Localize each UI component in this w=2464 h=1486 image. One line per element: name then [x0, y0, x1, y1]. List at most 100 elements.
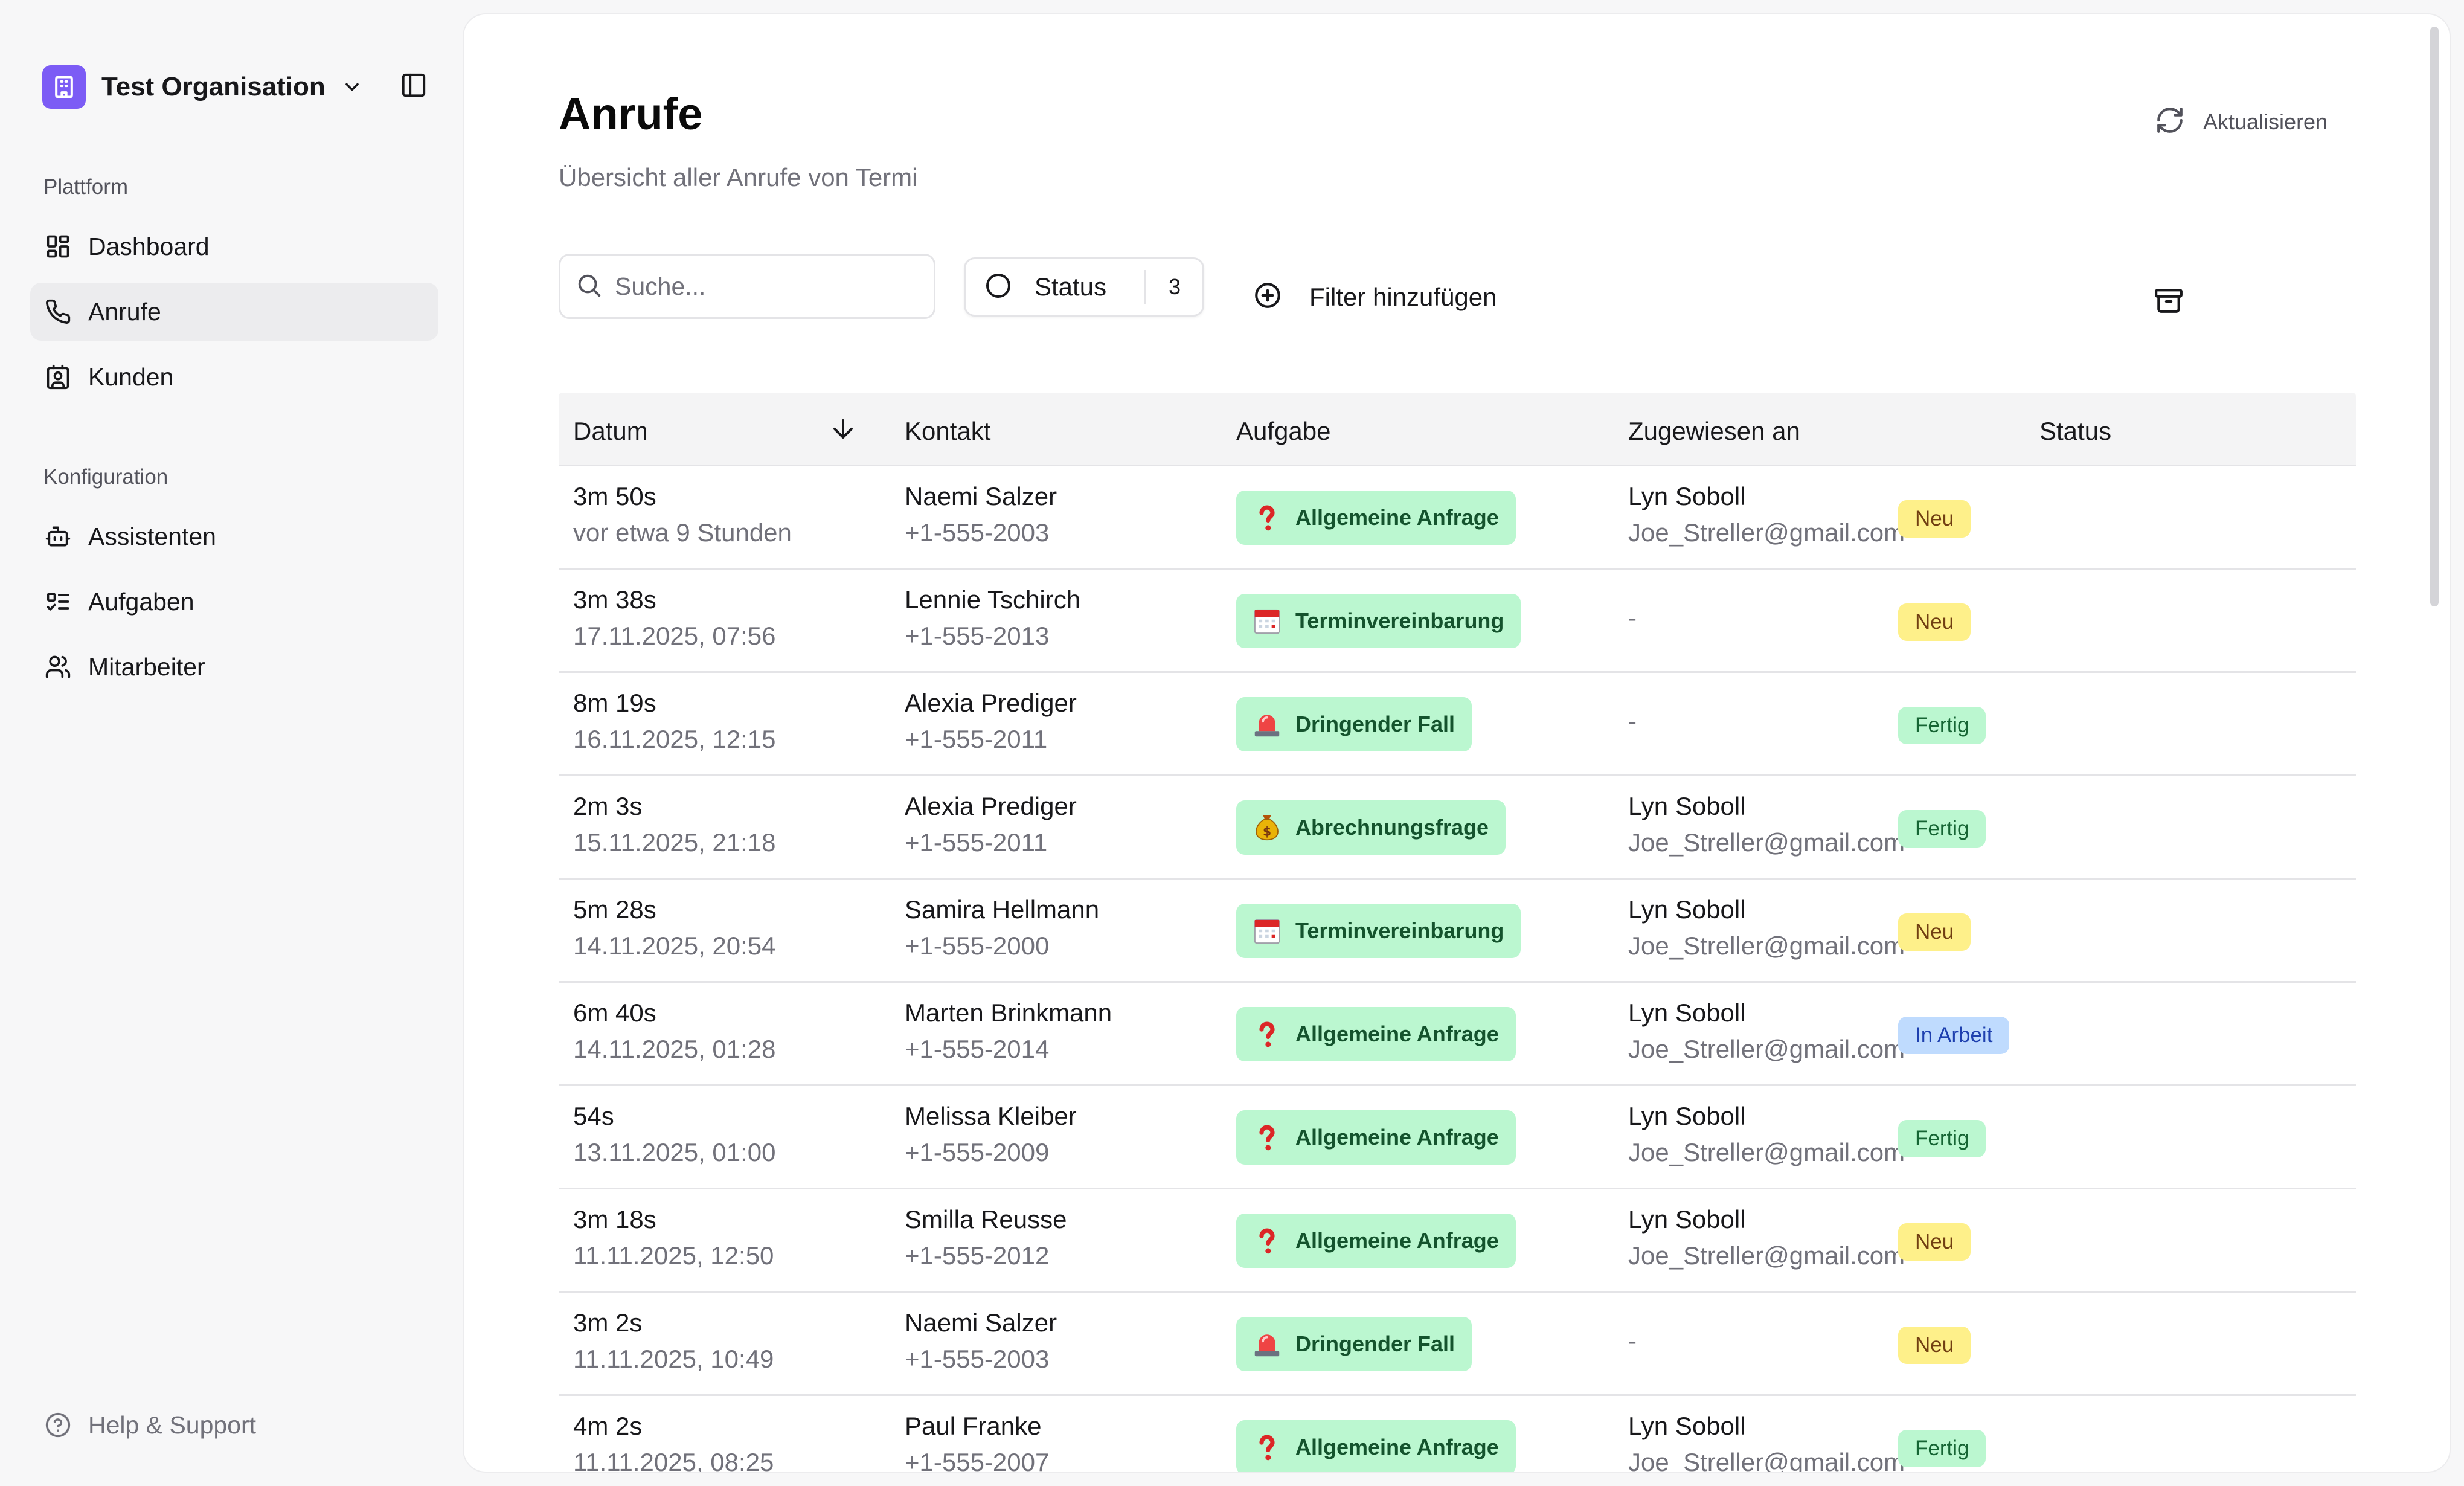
task-label: Allgemeine Anfrage: [1295, 1435, 1499, 1459]
column-header-datum[interactable]: Datum: [573, 417, 648, 446]
contact-phone: +1-555-2003: [905, 1345, 1050, 1373]
refresh-button[interactable]: Aktualisieren: [2155, 105, 2328, 138]
help-label: Help & Support: [88, 1410, 257, 1439]
call-date: 13.11.2025, 01:00: [573, 1138, 776, 1166]
users-icon: [43, 652, 72, 681]
assignee-name: Lyn Soboll: [1628, 1412, 1746, 1440]
call-date: 14.11.2025, 01:28: [573, 1035, 776, 1063]
status-filter-button[interactable]: Status 3: [964, 257, 1204, 317]
assignee-email: Joe_Streller@gmail.com: [1628, 1138, 1905, 1166]
arrow-down-icon[interactable]: [829, 414, 858, 446]
status-badge[interactable]: Neu: [1898, 913, 1971, 951]
assignee-email: Joe_Streller@gmail.com: [1628, 931, 1905, 960]
assignee-name: Lyn Soboll: [1628, 482, 1746, 510]
table-row[interactable]: 3m 2s 11.11.2025, 10:49 Naemi Salzer +1-555…: [559, 1293, 2356, 1396]
table-body: 3m 50s vor etwa 9 Stunden Naemi Salzer +1-5…: [559, 466, 2356, 1472]
scrollbar[interactable]: [2430, 27, 2439, 606]
task-badge[interactable]: Allgemeine Anfrage: [1236, 1214, 1516, 1268]
task-badge[interactable]: Dringender Fall: [1236, 1317, 1472, 1371]
sidebar-item-assistenten[interactable]: Assistenten: [30, 507, 438, 565]
task-badge[interactable]: Dringender Fall: [1236, 697, 1472, 751]
status-badge[interactable]: Neu: [1898, 1327, 1971, 1364]
page-subtitle: Übersicht aller Anrufe von Termi: [559, 163, 918, 191]
task-label: Allgemeine Anfrage: [1295, 1125, 1499, 1150]
task-badge[interactable]: Allgemeine Anfrage: [1236, 491, 1516, 545]
call-date: 16.11.2025, 12:15: [573, 725, 776, 753]
task-badge[interactable]: Terminvereinbarung: [1236, 594, 1521, 648]
table-row[interactable]: 3m 50s vor etwa 9 Stunden Naemi Salzer +1-5…: [559, 466, 2356, 570]
calls-table: Datum Kontakt Aufgabe Zugewiesen an Stat…: [559, 393, 2356, 1472]
call-duration: 4m 2s: [573, 1412, 643, 1440]
sidebar-item-aufgaben[interactable]: Aufgaben: [30, 573, 438, 631]
contact-name: Alexia Prediger: [905, 689, 1077, 717]
task-badge[interactable]: Allgemeine Anfrage: [1236, 1007, 1516, 1061]
sidebar-item-anrufe[interactable]: Anrufe: [30, 283, 438, 341]
table-row[interactable]: 3m 18s 11.11.2025, 12:50 Smilla Reusse +1-5…: [559, 1189, 2356, 1293]
refresh-label: Aktualisieren: [2203, 109, 2328, 134]
contact-phone: +1-555-2013: [905, 622, 1050, 650]
call-date: 17.11.2025, 07:56: [573, 622, 776, 650]
add-filter-label: Filter hinzufügen: [1309, 282, 1497, 311]
help-support-link[interactable]: Help & Support: [43, 1410, 256, 1439]
task-badge[interactable]: Allgemeine Anfrage: [1236, 1420, 1516, 1472]
call-date: 11.11.2025, 12:50: [573, 1241, 774, 1270]
contact-name: Lennie Tschirch: [905, 585, 1081, 614]
sidebar-item-kunden[interactable]: Kunden: [30, 348, 438, 406]
chevron-down-icon: [341, 76, 363, 98]
assignee-email: Joe_Streller@gmail.com: [1628, 518, 1905, 547]
archive-button[interactable]: [2154, 285, 2184, 318]
table-row[interactable]: 3m 38s 17.11.2025, 07:56 Lennie Tschirch +1…: [559, 570, 2356, 673]
call-date: 14.11.2025, 20:54: [573, 931, 776, 960]
status-badge[interactable]: Neu: [1898, 500, 1971, 538]
assignee-name: Lyn Soboll: [1628, 1205, 1746, 1234]
table-row[interactable]: 8m 19s 16.11.2025, 12:15 Alexia Prediger +1…: [559, 673, 2356, 776]
divider: [1144, 270, 1146, 304]
task-label: Allgemeine Anfrage: [1295, 1228, 1499, 1253]
contact-name: Melissa Kleiber: [905, 1102, 1077, 1130]
call-date: 11.11.2025, 10:49: [573, 1345, 774, 1373]
table-row[interactable]: 4m 2s 11.11.2025, 08:25 Paul Franke +1-555-…: [559, 1396, 2356, 1472]
sidebar-item-label: Anrufe: [88, 297, 161, 326]
add-filter-button[interactable]: Filter hinzufügen: [1253, 280, 1497, 314]
assignee-email: Joe_Streller@gmail.com: [1628, 1448, 1905, 1472]
page-title: Anrufe: [559, 89, 703, 139]
calendar-icon: [1251, 605, 1283, 637]
table-row[interactable]: 6m 40s 14.11.2025, 01:28 Marten Brinkmann +…: [559, 983, 2356, 1086]
call-duration: 6m 40s: [573, 999, 656, 1027]
task-label: Abrechnungsfrage: [1295, 815, 1489, 840]
status-badge[interactable]: In Arbeit: [1898, 1017, 2010, 1054]
money-bag-icon: $: [1251, 811, 1283, 844]
column-header-status: Status: [2039, 417, 2112, 445]
search-field[interactable]: [559, 254, 935, 319]
sidebar-item-dashboard[interactable]: Dashboard: [30, 217, 438, 275]
status-badge[interactable]: Fertig: [1898, 707, 1986, 744]
contact-name: Paul Franke: [905, 1412, 1042, 1440]
task-badge[interactable]: $ Abrechnungsfrage: [1236, 800, 1506, 855]
question-icon: [1251, 501, 1283, 534]
building-icon: [42, 65, 86, 109]
contact-name: Alexia Prediger: [905, 792, 1077, 820]
sidebar-item-mitarbeiter[interactable]: Mitarbeiter: [30, 638, 438, 696]
table-row[interactable]: 5m 28s 14.11.2025, 20:54 Samira Hellmann +1…: [559, 880, 2356, 983]
assignee-name: Lyn Soboll: [1628, 895, 1746, 924]
task-badge[interactable]: Terminvereinbarung: [1236, 904, 1521, 958]
column-header-zugewiesen: Zugewiesen an: [1628, 417, 1800, 445]
section-label-config: Konfiguration: [43, 465, 168, 489]
table-row[interactable]: 54s 13.11.2025, 01:00 Melissa Kleiber +1-55…: [559, 1086, 2356, 1189]
status-badge[interactable]: Fertig: [1898, 1120, 1986, 1157]
org-switcher[interactable]: Test Organisation: [42, 64, 363, 110]
status-badge[interactable]: Neu: [1898, 603, 1971, 641]
circle-icon: [984, 271, 1013, 303]
status-badge[interactable]: Neu: [1898, 1223, 1971, 1261]
assignee-name: Lyn Soboll: [1628, 999, 1746, 1027]
status-filter-label: Status: [1035, 272, 1107, 301]
table-row[interactable]: 2m 3s 15.11.2025, 21:18 Alexia Prediger +1-…: [559, 776, 2356, 880]
panel-left-icon: [400, 71, 428, 102]
status-badge[interactable]: Fertig: [1898, 1430, 1986, 1467]
question-icon: [1251, 1121, 1283, 1154]
task-badge[interactable]: Allgemeine Anfrage: [1236, 1110, 1516, 1165]
column-header-aufgabe: Aufgabe: [1236, 417, 1331, 445]
sidebar-toggle-button[interactable]: [399, 71, 429, 101]
status-badge[interactable]: Fertig: [1898, 810, 1986, 848]
search-input[interactable]: [615, 272, 917, 301]
